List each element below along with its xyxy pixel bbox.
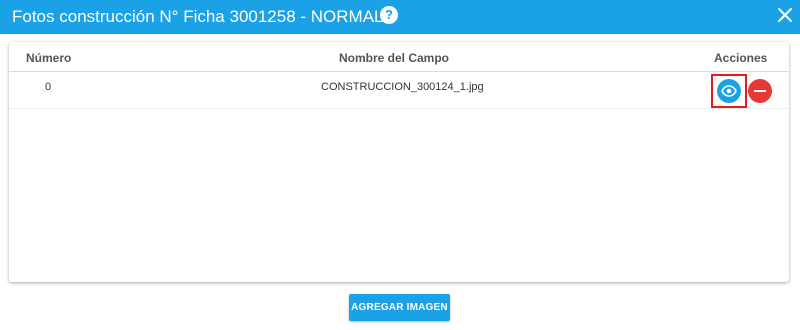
dialog-title: Fotos construcción N° Ficha 3001258 - NO…	[12, 7, 384, 26]
header-field-name: Nombre del Campo	[339, 51, 450, 65]
photos-table: Número Nombre del Campo Acciones 0 CONST…	[9, 42, 789, 282]
header-actions: Acciones	[714, 51, 768, 65]
row-file-name: CONSTRUCCION_300124_1.jpg	[321, 81, 484, 93]
photos-dialog: Fotos construcción N° Ficha 3001258 - NO…	[0, 0, 800, 330]
close-icon[interactable]	[776, 6, 794, 24]
add-image-button[interactable]: AGREGAR IMAGEN	[349, 294, 450, 321]
help-icon[interactable]: ?	[380, 6, 398, 24]
delete-button[interactable]	[748, 79, 772, 103]
minus-icon	[754, 90, 766, 92]
view-button[interactable]	[717, 79, 741, 103]
eye-icon	[721, 85, 737, 97]
table-header: Número Nombre del Campo Acciones	[9, 42, 789, 72]
dialog-header: Fotos construcción N° Ficha 3001258 - NO…	[0, 0, 800, 34]
header-number: Número	[26, 51, 72, 65]
row-number: 0	[45, 81, 52, 93]
table-row: 0 CONSTRUCCION_300124_1.jpg	[9, 73, 789, 109]
